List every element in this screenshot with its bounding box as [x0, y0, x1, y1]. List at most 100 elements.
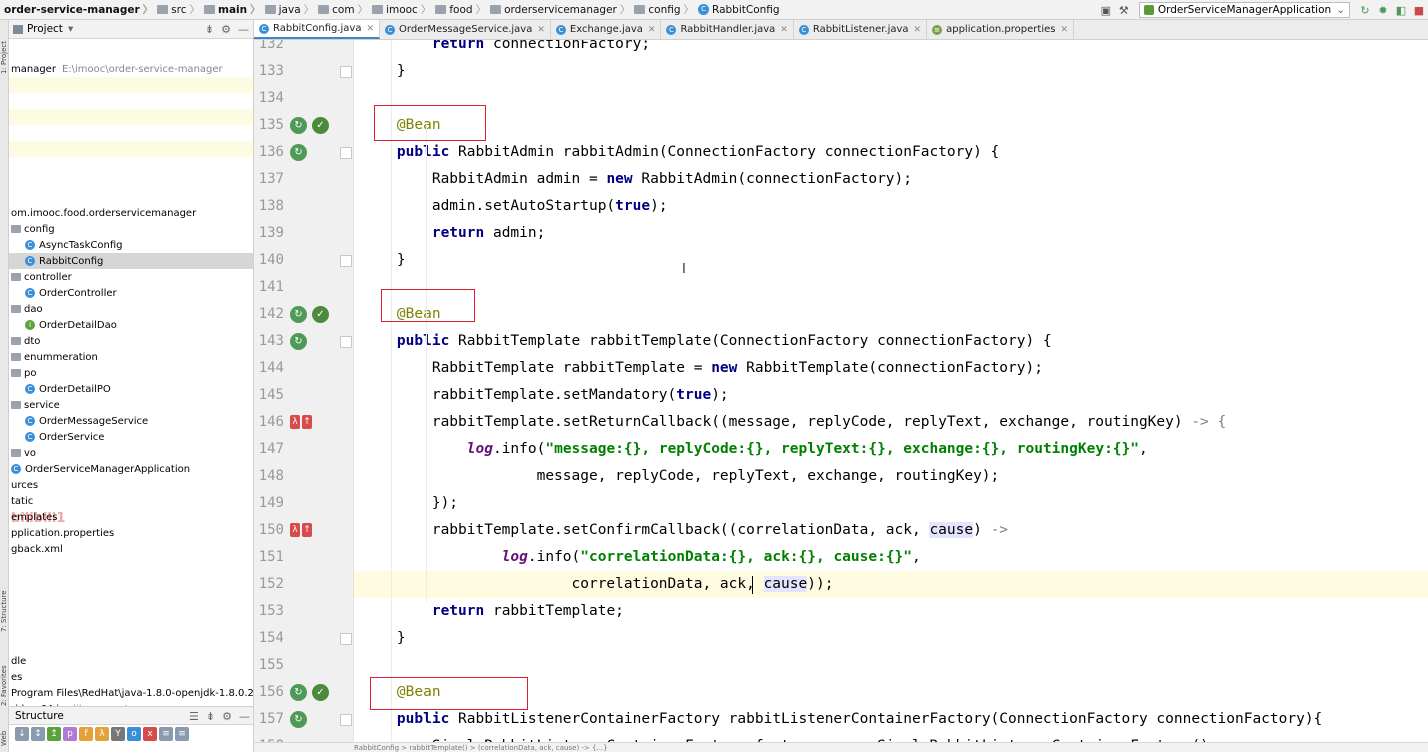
tree-item[interactable]: C OrderController — [9, 285, 253, 301]
tree-item[interactable]: gback.xml — [9, 541, 253, 557]
sort-visibility-icon[interactable]: ↕ — [31, 727, 45, 741]
show-inherited-icon[interactable]: ↥ — [47, 727, 61, 741]
close-icon[interactable]: ✕ — [914, 25, 922, 35]
fold-marker-icon[interactable] — [340, 147, 352, 159]
close-icon[interactable]: ✕ — [648, 25, 656, 35]
bean-navigate-icon[interactable]: ↻ — [290, 333, 307, 350]
breadcrumb-item[interactable]: orderservicemanager 〉 — [486, 0, 630, 20]
gear-icon[interactable]: ⚙ — [221, 23, 231, 36]
show-fields-icon[interactable]: f — [79, 727, 93, 741]
tree-item[interactable]: dle — [9, 653, 253, 669]
tree-item[interactable]: enummeration — [9, 349, 253, 365]
fold-marker-icon[interactable] — [340, 714, 352, 726]
tree-item[interactable]: urces — [9, 477, 253, 493]
bean-navigate-icon[interactable]: ↻ — [290, 306, 307, 323]
tree-item[interactable]: controller — [9, 269, 253, 285]
editor-tab[interactable]: ≡ application.properties ✕ — [927, 20, 1075, 39]
expand-icon[interactable]: ≡ — [159, 727, 173, 741]
editor-tab[interactable]: C RabbitConfig.java ✕ — [254, 20, 381, 39]
fold-marker-icon[interactable] — [340, 336, 352, 348]
tree-item[interactable]: tatic — [9, 493, 253, 509]
bean-check-icon[interactable]: ✓ — [312, 306, 329, 323]
bean-check-icon[interactable]: ✓ — [312, 117, 329, 134]
close-icon[interactable]: ✕ — [537, 25, 545, 35]
breadcrumb-item[interactable]: src 〉 — [153, 0, 200, 20]
bean-check-icon[interactable]: ✓ — [312, 684, 329, 701]
tree-item[interactable]: dao — [9, 301, 253, 317]
tree-item[interactable]: C OrderDetailPO — [9, 381, 253, 397]
bean-navigate-icon[interactable]: ↻ — [290, 684, 307, 701]
collapse-icon[interactable]: ≡ — [175, 727, 189, 741]
editor-gutter[interactable]: 132 133 134 135 ↻ ✓ 136 ↻ 137 138 139 140 141 142 ↻ ✓ 14… — [254, 40, 370, 742]
breadcrumb-item[interactable]: config 〉 — [630, 0, 694, 20]
tree-item[interactable]: I OrderDetailDao — [9, 317, 253, 333]
project-tool-tab[interactable]: 1: Project — [0, 24, 9, 74]
debug-icon[interactable]: ✹ — [1374, 1, 1392, 19]
editor-tab[interactable]: C RabbitHandler.java ✕ — [661, 20, 794, 39]
editor-tab[interactable]: C Exchange.java ✕ — [551, 20, 662, 39]
tree-item[interactable]: C OrderService — [9, 429, 253, 445]
editor-tab[interactable]: C OrderMessageService.java ✕ — [380, 20, 551, 39]
filter-icon[interactable]: Y — [111, 727, 125, 741]
editor-tab[interactable]: C RabbitListener.java ✕ — [794, 20, 928, 39]
tree-item[interactable]: C RabbitConfig — [9, 253, 253, 269]
breadcrumb-item[interactable]: imooc 〉 — [368, 0, 431, 20]
expand-all-icon[interactable]: ☰ — [189, 710, 199, 723]
tree-item[interactable]: config — [9, 221, 253, 237]
web-tool-tab[interactable]: Web — [0, 720, 9, 746]
tree-item[interactable]: C OrderServiceManagerApplication — [9, 461, 253, 477]
implements-lambda-icon[interactable]: λ — [290, 523, 300, 537]
breadcrumb-item[interactable]: order-service-manager 〉 — [4, 0, 153, 20]
layout-icon[interactable]: ▣ — [1097, 1, 1115, 19]
collapse-all-icon[interactable]: ⇟ — [206, 710, 215, 723]
fold-marker-icon[interactable] — [340, 66, 352, 78]
sort-alpha-icon[interactable]: ↓ — [15, 727, 29, 741]
project-panel-title[interactable]: Project — [27, 23, 63, 35]
tree-item[interactable]: service — [9, 397, 253, 413]
bean-navigate-icon[interactable]: ↻ — [290, 117, 307, 134]
bean-navigate-icon[interactable]: ↻ — [290, 711, 307, 728]
override-arrow-icon[interactable]: ↑ — [302, 415, 312, 429]
tree-item[interactable]: pplication.properties — [9, 525, 253, 541]
coverage-icon[interactable]: ◧ — [1392, 1, 1410, 19]
fold-marker-icon[interactable] — [340, 255, 352, 267]
implements-lambda-icon[interactable]: λ — [290, 415, 300, 429]
build-hammer-icon[interactable]: ⚒ — [1115, 1, 1133, 19]
tree-item[interactable]: es — [9, 669, 253, 685]
hide-icon[interactable]: — — [239, 710, 250, 723]
breadcrumb-item[interactable]: food 〉 — [431, 0, 486, 20]
run-configuration-select[interactable]: OrderServiceManagerApplication ⌄ — [1138, 2, 1350, 18]
breadcrumb-item[interactable]: C RabbitConfig — [694, 0, 780, 20]
override-arrow-icon[interactable]: ↑ — [302, 523, 312, 537]
tree-item[interactable]: emplates — [9, 509, 253, 525]
tree-item[interactable]: po — [9, 365, 253, 381]
bean-navigate-icon[interactable]: ↻ — [290, 144, 307, 161]
show-properties-icon[interactable]: p — [63, 727, 77, 741]
code-area[interactable]: return connectionFactory; } @Bean public… — [354, 40, 1428, 742]
tree-item[interactable]: vo — [9, 445, 253, 461]
hide-icon[interactable]: — — [238, 23, 249, 36]
anonymous-classes-icon[interactable]: o — [127, 727, 141, 741]
breadcrumb-item[interactable]: com 〉 — [314, 0, 368, 20]
breadcrumb-item[interactable]: main 〉 — [200, 0, 261, 20]
breadcrumb-item[interactable]: java 〉 — [261, 0, 314, 20]
stop-icon[interactable]: ■ — [1410, 1, 1428, 19]
chevron-down-icon[interactable]: ▾ — [68, 23, 73, 35]
tree-item[interactable]: om.imooc.food.orderservicemanager — [9, 205, 253, 221]
tree-item[interactable]: dto — [9, 333, 253, 349]
close-icon[interactable]: ✕ — [1060, 25, 1068, 35]
rerun-icon[interactable]: ↻ — [1356, 1, 1374, 19]
close-icon[interactable]: ✕ — [366, 24, 374, 34]
show-lambdas-icon[interactable]: λ — [95, 727, 109, 741]
gear-icon[interactable]: ⚙ — [222, 710, 232, 723]
tree-item[interactable]: C OrderMessageService — [9, 413, 253, 429]
code-editor[interactable]: 132 133 134 135 ↻ ✓ 136 ↻ 137 138 139 140 141 142 ↻ ✓ 14… — [254, 40, 1428, 742]
structure-tool-tab[interactable]: 7: Structure — [0, 568, 9, 632]
close-icon[interactable]: ✕ — [780, 25, 788, 35]
fold-marker-icon[interactable] — [340, 633, 352, 645]
tree-item[interactable]: C AsyncTaskConfig — [9, 237, 253, 253]
tree-item[interactable]: Program Files\RedHat\java-1.8.0-openjdk-… — [9, 685, 253, 701]
collapse-all-icon[interactable]: ⇟ — [205, 23, 214, 36]
tree-item[interactable]: manager E:\imooc\order-service-manager — [9, 61, 253, 77]
favorites-tool-tab[interactable]: 2: Favorites — [0, 642, 9, 706]
